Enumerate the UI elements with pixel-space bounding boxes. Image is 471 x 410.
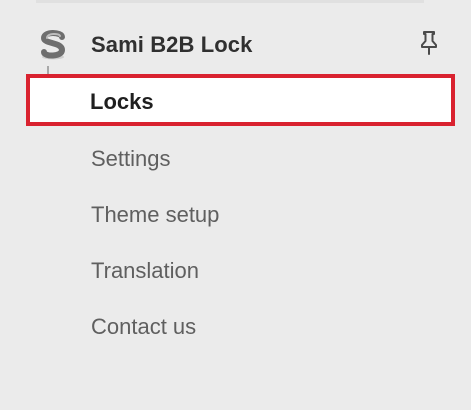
app-header-row[interactable]: Sami B2B Lock [0, 22, 471, 70]
sidebar-item-settings[interactable]: Settings [91, 146, 171, 172]
sidebar-item-locks[interactable]: Locks [26, 74, 455, 126]
sami-logo-icon [38, 29, 68, 61]
app-title: Sami B2B Lock [91, 32, 253, 57]
sidebar-item-translation[interactable]: Translation [91, 258, 199, 284]
top-divider [36, 0, 424, 3]
pin-icon [418, 30, 440, 61]
pin-button[interactable] [414, 30, 444, 60]
sidebar-item-theme-setup[interactable]: Theme setup [91, 202, 219, 228]
sidebar-item-contact-us[interactable]: Contact us [91, 314, 196, 340]
sidebar-item-label: Locks [90, 89, 154, 114]
